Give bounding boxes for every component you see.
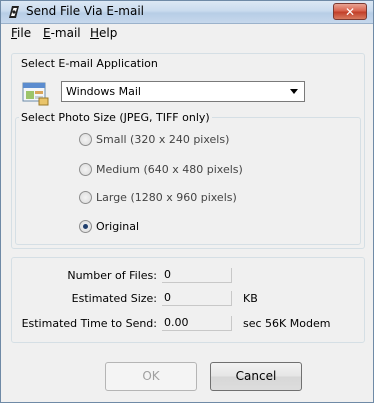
chevron-down-icon bbox=[290, 89, 298, 94]
menu-file[interactable]: File bbox=[11, 26, 31, 40]
time-value: 0.00 bbox=[162, 316, 232, 331]
radio-original-label[interactable]: Original bbox=[96, 220, 139, 233]
mail-app-icon bbox=[22, 82, 49, 106]
cancel-button[interactable]: Cancel bbox=[210, 362, 302, 391]
menu-email[interactable]: E-mail bbox=[43, 26, 81, 40]
size-value: 0 bbox=[162, 291, 232, 306]
radio-large[interactable] bbox=[79, 191, 92, 204]
email-app-group-label: Select E-mail Application bbox=[19, 57, 160, 70]
size-unit: KB bbox=[243, 292, 258, 305]
close-icon: ✕ bbox=[344, 5, 356, 19]
files-label: Number of Files: bbox=[67, 269, 157, 282]
radio-large-label[interactable]: Large (1280 x 960 pixels) bbox=[96, 191, 237, 204]
app-icon bbox=[9, 6, 19, 18]
send-file-dialog: Send File Via E-mail ✕ File E-mail Help … bbox=[0, 0, 374, 403]
window-title: Send File Via E-mail bbox=[26, 4, 145, 18]
ok-button[interactable]: OK bbox=[105, 362, 197, 391]
radio-small-label[interactable]: Small (320 x 240 pixels) bbox=[96, 133, 229, 146]
menu-bar: File E-mail Help bbox=[1, 24, 373, 42]
time-label: Estimated Time to Send: bbox=[21, 317, 157, 330]
radio-medium[interactable] bbox=[79, 163, 92, 176]
files-value: 0 bbox=[162, 268, 232, 283]
close-button[interactable]: ✕ bbox=[333, 3, 367, 20]
email-app-selected: Windows Mail bbox=[66, 85, 141, 98]
size-label: Estimated Size: bbox=[71, 292, 157, 305]
radio-medium-label[interactable]: Medium (640 x 480 pixels) bbox=[96, 163, 243, 176]
photo-size-group-label: Select Photo Size (JPEG, TIFF only) bbox=[19, 111, 212, 124]
title-bar[interactable]: Send File Via E-mail ✕ bbox=[1, 1, 373, 24]
menu-help[interactable]: Help bbox=[90, 26, 117, 40]
radio-original[interactable] bbox=[79, 220, 92, 233]
radio-small[interactable] bbox=[79, 133, 92, 146]
time-unit: sec 56K Modem bbox=[243, 317, 331, 330]
email-app-select[interactable]: Windows Mail bbox=[61, 81, 305, 102]
